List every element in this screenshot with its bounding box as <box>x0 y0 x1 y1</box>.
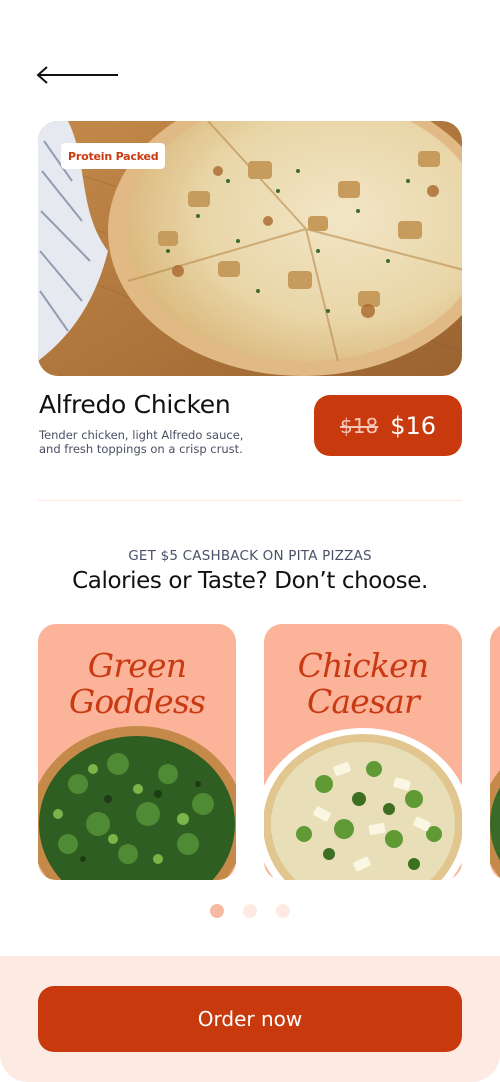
card-title-line2: Goddess <box>68 682 206 721</box>
card-title: Green Goddess <box>38 648 236 720</box>
back-button[interactable] <box>36 62 120 88</box>
pizza-image <box>264 728 462 880</box>
card-title-line1: Green <box>87 646 187 685</box>
promo-title: Calories or Taste? Don’t choose. <box>72 568 428 594</box>
pizza-card-green-goddess[interactable]: Green Goddess <box>38 624 236 880</box>
arrow-left-icon <box>36 66 118 84</box>
price-button[interactable]: $18 $16 <box>314 395 462 456</box>
product-description: Tender chicken, light Alfredo sauce, and… <box>39 428 244 456</box>
pizza-card-next[interactable] <box>490 624 500 880</box>
promo-kicker: GET $5 CASHBACK ON PITA PIZZAS <box>128 548 372 564</box>
old-price: $18 <box>340 413 379 438</box>
card-title-line2: Caesar <box>306 682 420 721</box>
carousel-dot[interactable] <box>210 904 224 918</box>
pizza-image <box>38 726 236 880</box>
pizza-card-chicken-caesar[interactable]: Chicken Caesar <box>264 624 462 880</box>
product-title: Alfredo Chicken <box>39 390 231 419</box>
new-price: $16 <box>390 411 436 440</box>
divider <box>38 500 462 501</box>
order-now-button[interactable]: Order now <box>38 986 462 1052</box>
pizza-image <box>490 770 500 878</box>
protein-badge: Protein Packed <box>61 143 166 169</box>
carousel-dots <box>0 904 500 918</box>
carousel-dot[interactable] <box>276 904 290 918</box>
card-title: Chicken Caesar <box>264 648 462 720</box>
pizza-detail-screen: Protein Packed Alfredo Chicken Tender ch… <box>0 0 500 1082</box>
card-title-line1: Chicken <box>297 646 430 685</box>
carousel-dot[interactable] <box>243 904 257 918</box>
